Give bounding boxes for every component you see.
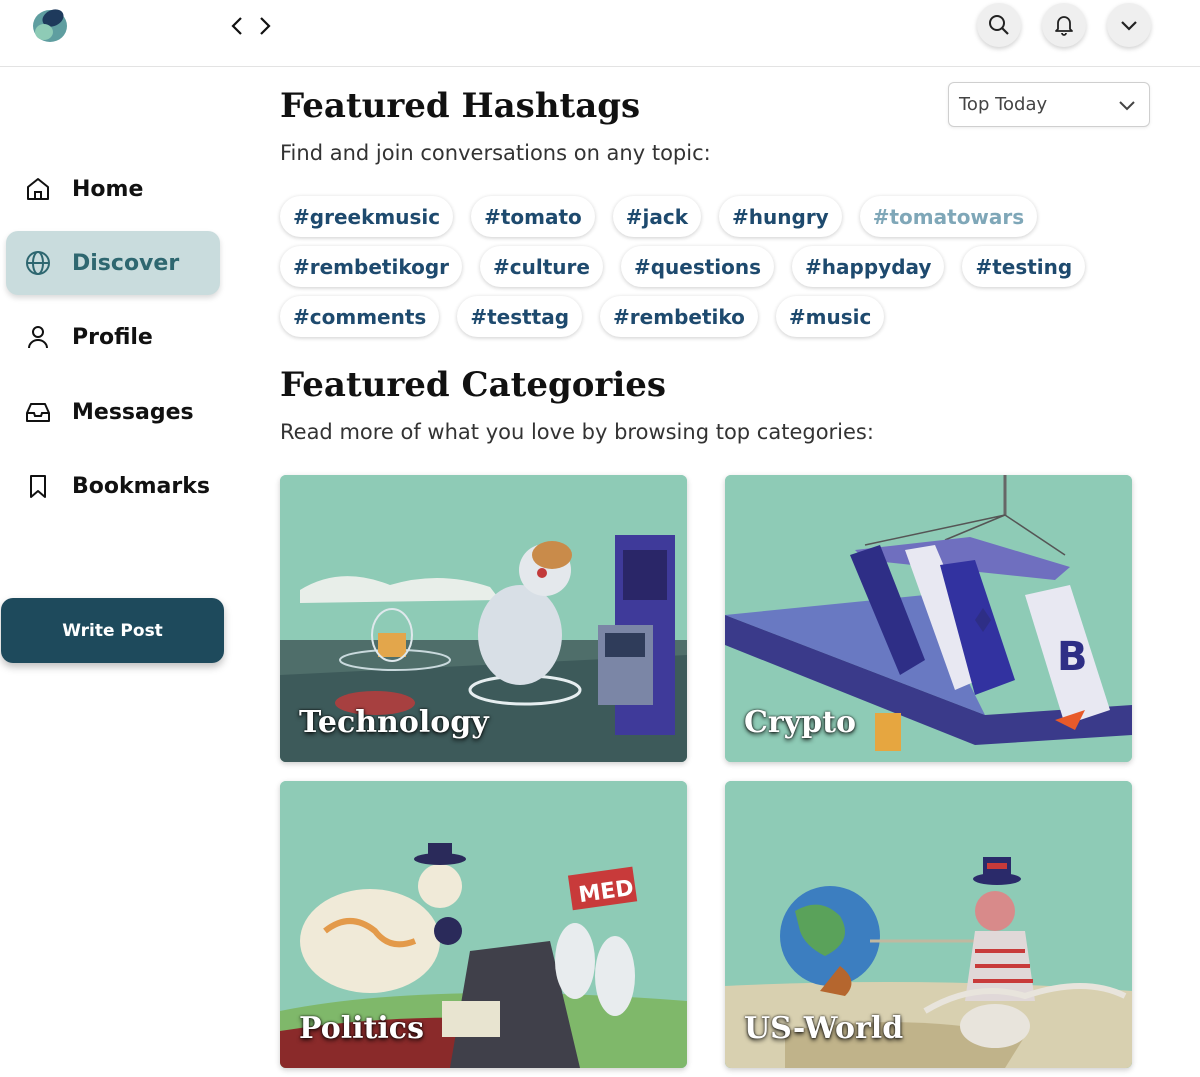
- categories-title: Featured Categories: [280, 365, 667, 405]
- time-filter-value: Top Today: [959, 94, 1048, 115]
- hashtags-subtitle: Find and join conversations on any topic…: [280, 141, 711, 165]
- svg-text:B: B: [1057, 634, 1088, 680]
- home-icon: [24, 175, 52, 203]
- chevron-right-icon: [260, 17, 271, 35]
- sidebar-item-home[interactable]: Home: [6, 157, 220, 221]
- sidebar-item-label: Messages: [72, 399, 194, 425]
- category-card-crypto[interactable]: B Crypto: [725, 475, 1132, 762]
- category-card-technology[interactable]: Technology: [280, 475, 687, 762]
- history-nav: [228, 12, 274, 40]
- categories-subtitle: Read more of what you love by browsing t…: [280, 420, 874, 444]
- hashtag-chip[interactable]: #tomatowars: [859, 196, 1038, 237]
- hashtag-chip[interactable]: #comments: [280, 296, 440, 337]
- category-card-politics[interactable]: MED Politics: [280, 781, 687, 1068]
- bookmark-icon: [24, 472, 52, 500]
- hashtag-chip[interactable]: #jack: [612, 196, 702, 237]
- hashtag-chip[interactable]: #rembetiko: [600, 296, 758, 337]
- hashtag-chip[interactable]: #greekmusic: [280, 196, 454, 237]
- hashtag-chip[interactable]: #music: [775, 296, 885, 337]
- hashtag-chip[interactable]: #tomato: [471, 196, 595, 237]
- search-button[interactable]: [977, 3, 1021, 47]
- sidebar-item-discover[interactable]: Discover: [6, 231, 220, 295]
- hashtag-row: #rembetikogr #culture #questions #happyd…: [280, 246, 1086, 287]
- forward-button[interactable]: [256, 12, 274, 40]
- globe-icon: [24, 249, 52, 277]
- sidebar-item-label: Profile: [72, 324, 153, 350]
- chevron-down-icon: [1117, 95, 1137, 119]
- hashtag-chip[interactable]: #questions: [620, 246, 775, 287]
- sidebar-item-label: Discover: [72, 250, 180, 276]
- write-post-button[interactable]: Write Post: [1, 598, 224, 663]
- category-label: Politics: [299, 1011, 424, 1046]
- hashtag-chip[interactable]: #culture: [480, 246, 603, 287]
- sidebar-item-messages[interactable]: Messages: [6, 380, 220, 444]
- chevron-left-icon: [231, 17, 242, 35]
- hashtag-chip[interactable]: #happyday: [792, 246, 945, 287]
- hashtag-row: #greekmusic #tomato #jack #hungry #tomat…: [280, 196, 1080, 237]
- hashtag-chip[interactable]: #testtag: [457, 296, 583, 337]
- back-button[interactable]: [228, 12, 246, 40]
- notifications-button[interactable]: [1042, 3, 1086, 47]
- sidebar-item-profile[interactable]: Profile: [6, 305, 220, 369]
- hashtag-list: #greekmusic #tomato #jack #hungry #tomat…: [280, 196, 1086, 346]
- sidebar-item-bookmarks[interactable]: Bookmarks: [6, 454, 220, 518]
- time-filter-select[interactable]: Top Today: [948, 82, 1150, 127]
- bell-icon: [1055, 16, 1073, 36]
- sidebar-item-label: Bookmarks: [72, 473, 210, 499]
- search-icon: [989, 15, 1009, 35]
- inbox-icon: [24, 398, 52, 426]
- app-logo[interactable]: [28, 4, 72, 46]
- sidebar: Home Discover Profile Messages Bookmarks…: [0, 67, 240, 1077]
- top-bar: [0, 0, 1200, 67]
- hashtag-row: #comments #testtag #rembetiko #music: [280, 296, 1080, 337]
- chevron-down-icon: [1121, 21, 1137, 31]
- category-grid: Technology B Crypto MED Politics US-Worl…: [280, 475, 1132, 1068]
- hashtags-title: Featured Hashtags: [280, 86, 641, 126]
- hashtag-chip[interactable]: #testing: [962, 246, 1086, 287]
- category-label: Crypto: [744, 705, 856, 740]
- account-menu-button[interactable]: [1107, 3, 1151, 47]
- category-card-us-world[interactable]: US-World: [725, 781, 1132, 1068]
- category-label: Technology: [299, 705, 489, 740]
- category-label: US-World: [744, 1011, 904, 1046]
- user-icon: [24, 323, 52, 351]
- hashtag-chip[interactable]: #rembetikogr: [280, 246, 463, 287]
- top-actions: [977, 3, 1151, 47]
- sidebar-item-label: Home: [72, 176, 144, 202]
- hashtag-chip[interactable]: #hungry: [719, 196, 842, 237]
